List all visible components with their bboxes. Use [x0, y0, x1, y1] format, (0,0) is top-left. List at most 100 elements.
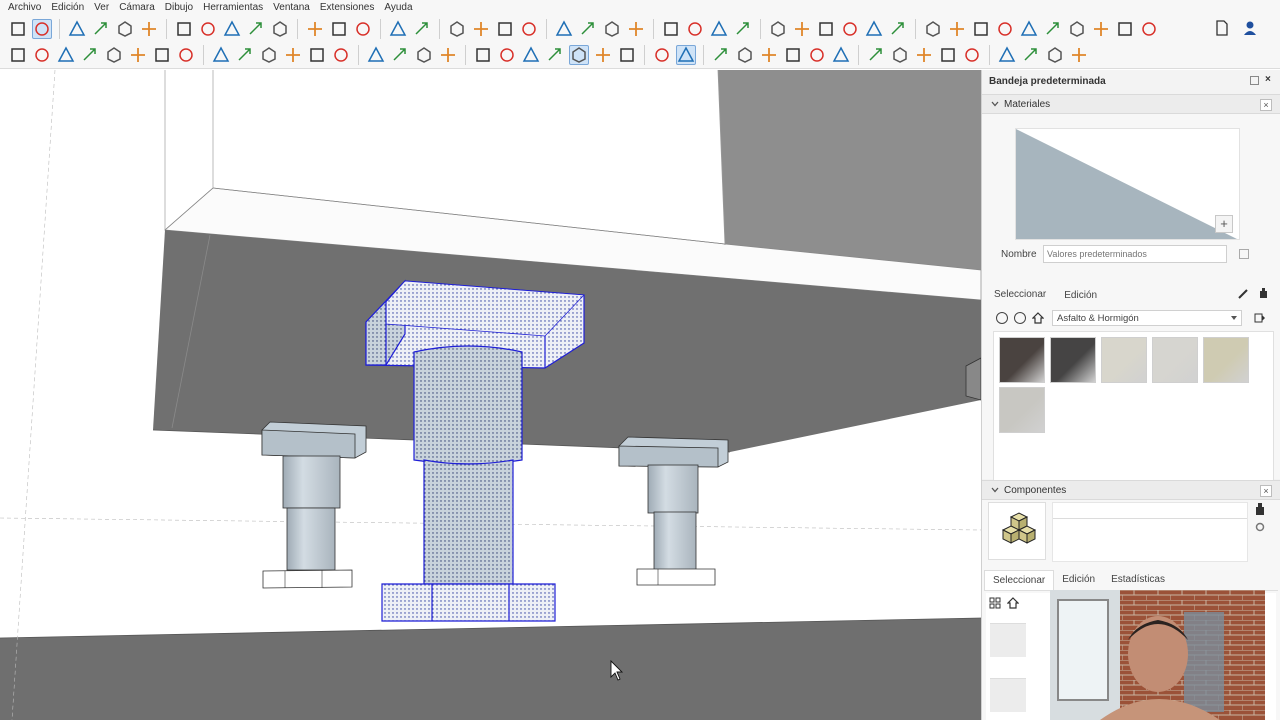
offset-icon[interactable] — [305, 19, 325, 39]
hex2-icon[interactable] — [783, 45, 803, 65]
paint-bucket-icon[interactable] — [1259, 288, 1268, 299]
zoom-icon[interactable] — [8, 19, 28, 39]
solid-union-icon[interactable] — [661, 19, 681, 39]
stairs-icon[interactable] — [307, 45, 327, 65]
plus-circle-icon[interactable] — [711, 45, 731, 65]
box-icon[interactable] — [56, 45, 76, 65]
swatch-1[interactable] — [999, 337, 1045, 383]
swatch-3[interactable] — [1101, 337, 1147, 383]
fog-icon[interactable] — [888, 19, 908, 39]
scene-canvas[interactable] — [0, 70, 981, 720]
line-icon[interactable] — [735, 45, 755, 65]
arc-icon[interactable] — [115, 19, 135, 39]
view-front-icon[interactable] — [971, 19, 991, 39]
component-name-input[interactable] — [1053, 503, 1247, 519]
grid-icon[interactable] — [331, 45, 351, 65]
solid-trim-icon[interactable] — [709, 19, 729, 39]
solid-split-icon[interactable] — [733, 19, 753, 39]
pencil-icon[interactable] — [91, 19, 111, 39]
swatch-5[interactable] — [1203, 337, 1249, 383]
frame-icon[interactable] — [414, 45, 434, 65]
pin-icon[interactable] — [1250, 76, 1259, 85]
hex4-icon[interactable] — [831, 45, 851, 65]
curve-icon[interactable] — [1021, 45, 1041, 65]
materials-header[interactable]: Materiales × — [982, 94, 1280, 114]
sandbox-icon[interactable] — [471, 19, 491, 39]
zoom-extents-icon[interactable] — [447, 19, 467, 39]
x-ray-icon[interactable] — [1067, 19, 1087, 39]
push-pull-icon[interactable] — [174, 19, 194, 39]
back-edges-icon[interactable] — [1091, 19, 1111, 39]
look-around-icon[interactable] — [816, 19, 836, 39]
paint-bucket-icon[interactable] — [1255, 503, 1265, 515]
view-right-icon[interactable] — [995, 19, 1015, 39]
drop-fill-icon[interactable] — [521, 45, 541, 65]
tab-seleccionar[interactable]: Seleccionar — [994, 287, 1046, 304]
shadows-icon[interactable] — [864, 19, 884, 39]
tab-seleccionar[interactable]: Seleccionar — [984, 569, 1055, 590]
library-dropdown[interactable]: Asfalto & Hormigón — [1052, 310, 1242, 326]
solid-subtract-icon[interactable] — [685, 19, 705, 39]
scale-icon[interactable] — [270, 19, 290, 39]
sandbox-stamp-icon[interactable] — [519, 19, 539, 39]
cross-icon[interactable] — [473, 45, 493, 65]
tripod-icon[interactable] — [1045, 45, 1065, 65]
forward-icon[interactable] — [1014, 312, 1026, 324]
warehouse-icon[interactable] — [602, 19, 622, 39]
new-file-icon[interactable] — [1212, 18, 1232, 38]
view-top-icon[interactable] — [947, 19, 967, 39]
tab-edicion[interactable]: Edición — [1054, 570, 1103, 589]
extension-icon[interactable] — [626, 19, 646, 39]
model-viewport[interactable] — [0, 70, 981, 720]
wireframe-icon[interactable] — [1115, 19, 1135, 39]
camera-icon[interactable] — [211, 45, 231, 65]
wire-cube-icon[interactable] — [104, 45, 124, 65]
view-iso-icon[interactable] — [923, 19, 943, 39]
move-icon[interactable] — [222, 19, 242, 39]
home-icon[interactable] — [1007, 597, 1019, 609]
spin-icon[interactable] — [890, 45, 910, 65]
swatch-4[interactable] — [1152, 337, 1198, 383]
shape-icon[interactable] — [283, 45, 303, 65]
drop-icon[interactable] — [497, 45, 517, 65]
swatch-6[interactable] — [999, 387, 1045, 433]
outliner-icon[interactable] — [32, 45, 52, 65]
drop-outline-icon[interactable] — [593, 45, 613, 65]
mesh-icon[interactable] — [914, 45, 934, 65]
orbit-icon[interactable] — [388, 19, 408, 39]
dcl-icon[interactable] — [997, 45, 1017, 65]
close-icon[interactable]: × — [1260, 99, 1272, 111]
view-left-icon[interactable] — [1043, 19, 1063, 39]
cylinder-icon[interactable] — [235, 45, 255, 65]
pan-icon[interactable] — [412, 19, 432, 39]
camera-position-icon[interactable] — [768, 19, 788, 39]
tape-measure-icon[interactable] — [353, 19, 373, 39]
section-icon[interactable] — [578, 19, 598, 39]
magnet-active-icon[interactable] — [676, 45, 696, 65]
drop-blue-icon[interactable] — [545, 45, 565, 65]
styles-icon[interactable] — [840, 19, 860, 39]
details-icon[interactable] — [1254, 312, 1266, 324]
paint-bucket-icon[interactable] — [329, 19, 349, 39]
tray-close-icon[interactable]: × — [1265, 75, 1274, 85]
layers-icon[interactable] — [8, 45, 28, 65]
account-icon[interactable] — [1240, 18, 1260, 38]
menu-archivo[interactable]: Archivo — [8, 2, 41, 13]
menu-ventana[interactable]: Ventana — [273, 2, 310, 13]
select-icon[interactable] — [32, 18, 52, 39]
spark-icon[interactable] — [866, 45, 886, 65]
component-item[interactable] — [990, 678, 1026, 712]
menu-extensiones[interactable]: Extensiones — [320, 2, 374, 13]
view-back-icon[interactable] — [1019, 19, 1039, 39]
home-icon[interactable] — [1032, 312, 1044, 324]
back-icon[interactable] — [996, 312, 1008, 324]
components-header[interactable]: Componentes × — [982, 480, 1280, 500]
sphere-icon[interactable] — [128, 45, 148, 65]
walk-icon[interactable] — [792, 19, 812, 39]
sandbox-smoove-icon[interactable] — [495, 19, 515, 39]
tab-estadisticas[interactable]: Estadísticas — [1103, 570, 1173, 589]
magnet-icon[interactable] — [652, 45, 672, 65]
drop-active-icon[interactable] — [569, 45, 589, 65]
hand-icon[interactable] — [176, 45, 196, 65]
rotate-icon[interactable] — [246, 19, 266, 39]
